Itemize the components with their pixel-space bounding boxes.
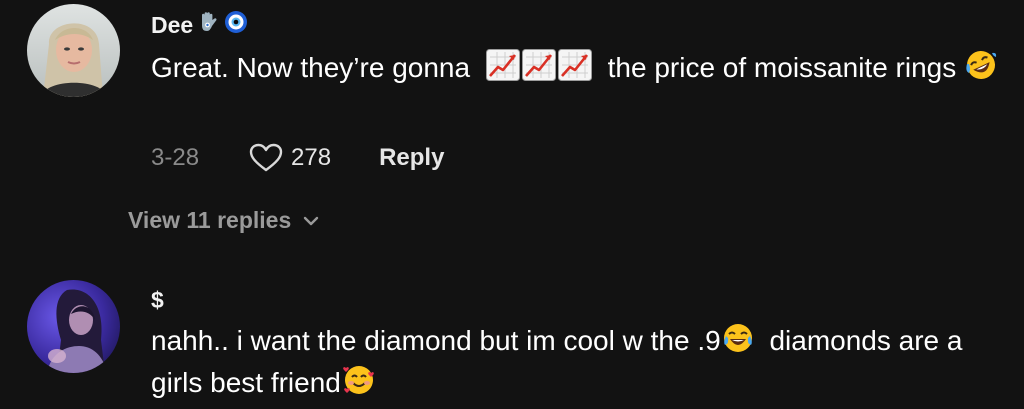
comment-text-before: nahh.. i want the diamond but im cool w … <box>151 325 721 356</box>
avatar[interactable] <box>27 280 120 373</box>
heart-icon <box>249 143 283 173</box>
comment-text-after: the price of moissanite rings <box>607 52 957 83</box>
comment-text: nahh.. i want the diamond but im cool w … <box>151 322 1001 406</box>
view-replies-button[interactable]: View 11 replies <box>128 207 319 234</box>
rolling-on-floor-laughing-icon <box>965 49 997 91</box>
comment-meta: 3-28 278 Reply <box>151 141 444 175</box>
view-replies-label: View 11 replies <box>128 207 292 233</box>
comments-panel: Dee Great. Now they’re gonna the price o… <box>0 0 1024 409</box>
username[interactable]: Dee <box>151 10 249 40</box>
comment-text-before: Great. Now they’re gonna <box>151 52 471 83</box>
like-button[interactable]: 278 <box>249 143 331 173</box>
chart-increasing-icon <box>485 49 520 91</box>
like-count: 278 <box>291 144 332 171</box>
hamsa-icon <box>196 10 220 40</box>
reply-button[interactable]: Reply <box>379 144 444 172</box>
nazar-eye-icon <box>224 10 248 40</box>
tears-of-joy-icon <box>722 322 754 364</box>
avatar[interactable] <box>27 4 120 97</box>
username[interactable]: $ <box>151 287 164 314</box>
chevron-down-icon <box>303 215 319 227</box>
username-text: $ <box>151 287 164 313</box>
comment-text: Great. Now they’re gonna the price of mo… <box>151 49 1001 91</box>
comment-date: 3-28 <box>151 144 200 171</box>
chart-increasing-icon <box>557 49 592 91</box>
smiling-face-with-hearts-icon <box>342 364 376 406</box>
chart-increasing-icon <box>521 49 556 91</box>
username-text: Dee <box>151 11 194 38</box>
